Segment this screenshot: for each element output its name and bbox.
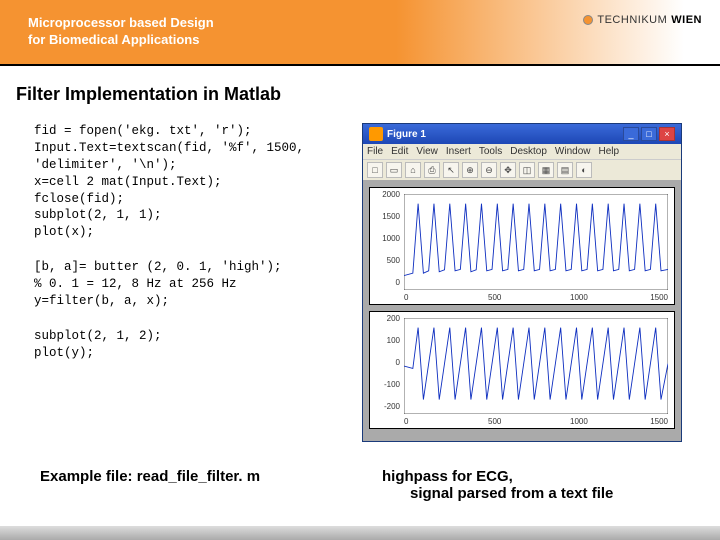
header-title: Microprocessor based Design for Biomedic… bbox=[28, 15, 214, 49]
zoom-in-icon[interactable]: ⊕ bbox=[462, 162, 478, 178]
menu-insert[interactable]: Insert bbox=[446, 146, 471, 157]
caption-left: Example file: read_file_filter. m bbox=[12, 468, 362, 502]
p1-xtick-1000: 1000 bbox=[570, 293, 588, 302]
legend-icon[interactable]: ◐ bbox=[576, 162, 592, 178]
subplot-2: 200 100 0 -100 -200 0 500 1000 1500 bbox=[369, 311, 675, 429]
code-block-3: subplot(2, 1, 2); plot(y); bbox=[34, 328, 352, 362]
pointer-icon[interactable]: ↖ bbox=[443, 162, 459, 178]
open-icon[interactable]: ▭ bbox=[386, 162, 402, 178]
p2-ytick-m200: -200 bbox=[372, 402, 400, 411]
menu-window[interactable]: Window bbox=[555, 146, 591, 157]
figure-title: Figure 1 bbox=[387, 129, 621, 140]
logo: TECHNIKUM WIEN bbox=[583, 14, 702, 26]
figure-titlebar: Figure 1 _ □ × bbox=[363, 124, 681, 144]
logo-dot-icon bbox=[583, 15, 593, 25]
menu-desktop[interactable]: Desktop bbox=[510, 146, 547, 157]
figure-column: Figure 1 _ □ × File Edit View Insert Too… bbox=[362, 123, 708, 442]
p2-xtick-500: 500 bbox=[488, 417, 501, 426]
figure-menubar: File Edit View Insert Tools Desktop Wind… bbox=[363, 144, 681, 160]
code-block-2: [b, a]= butter (2, 0. 1, 'high'); % 0. 1… bbox=[34, 259, 352, 310]
p1-ytick-1500: 1500 bbox=[372, 212, 400, 221]
zoom-out-icon[interactable]: ⊖ bbox=[481, 162, 497, 178]
p1-ytick-2000: 2000 bbox=[372, 190, 400, 199]
menu-tools[interactable]: Tools bbox=[479, 146, 502, 157]
matlab-icon bbox=[369, 127, 383, 141]
slide-title: Filter Implementation in Matlab bbox=[16, 84, 708, 105]
maximize-button[interactable]: □ bbox=[641, 127, 657, 141]
p1-xtick-1500: 1500 bbox=[650, 293, 668, 302]
datacursor-icon[interactable]: ▦ bbox=[538, 162, 554, 178]
columns: fid = fopen('ekg. txt', 'r'); Input.Text… bbox=[12, 123, 708, 442]
p2-xtick-0: 0 bbox=[404, 417, 408, 426]
p1-xtick-500: 500 bbox=[488, 293, 501, 302]
p2-xtick-1000: 1000 bbox=[570, 417, 588, 426]
save-icon[interactable]: ⌂ bbox=[405, 162, 421, 178]
figure-toolbar: □ ▭ ⌂ ⎙ ↖ ⊕ ⊖ ✥ ◫ ▦ ▤ ◐ bbox=[363, 160, 681, 181]
p1-ytick-1000: 1000 bbox=[372, 234, 400, 243]
plot2-svg bbox=[404, 318, 668, 414]
header-title-line1: Microprocessor based Design bbox=[28, 15, 214, 32]
figure-window: Figure 1 _ □ × File Edit View Insert Too… bbox=[362, 123, 682, 442]
p2-ytick-m100: -100 bbox=[372, 380, 400, 389]
plot1-svg bbox=[404, 194, 668, 290]
caption-right-line1: highpass for ECG, bbox=[382, 468, 708, 485]
p1-ytick-0: 0 bbox=[372, 278, 400, 287]
slide-header: Microprocessor based Design for Biomedic… bbox=[0, 0, 720, 64]
p1-xtick-0: 0 bbox=[404, 293, 408, 302]
menu-view[interactable]: View bbox=[416, 146, 438, 157]
minimize-button[interactable]: _ bbox=[623, 127, 639, 141]
p2-ytick-200: 200 bbox=[372, 314, 400, 323]
captions-row: Example file: read_file_filter. m highpa… bbox=[12, 468, 708, 502]
close-button[interactable]: × bbox=[659, 127, 675, 141]
menu-edit[interactable]: Edit bbox=[391, 146, 408, 157]
header-title-line2: for Biomedical Applications bbox=[28, 32, 214, 49]
p1-ytick-500: 500 bbox=[372, 256, 400, 265]
caption-right: highpass for ECG, signal parsed from a t… bbox=[362, 468, 708, 502]
code-block-1: fid = fopen('ekg. txt', 'r'); Input.Text… bbox=[34, 123, 352, 241]
print-icon[interactable]: ⎙ bbox=[424, 162, 440, 178]
footer-bar bbox=[0, 526, 720, 540]
caption-right-line2: signal parsed from a text file bbox=[382, 485, 708, 502]
subplot-1: 2000 1500 1000 500 0 0 500 1000 1500 bbox=[369, 187, 675, 305]
rotate-icon[interactable]: ◫ bbox=[519, 162, 535, 178]
menu-file[interactable]: File bbox=[367, 146, 383, 157]
pan-icon[interactable]: ✥ bbox=[500, 162, 516, 178]
p2-xtick-1500: 1500 bbox=[650, 417, 668, 426]
slide-content: Filter Implementation in Matlab fid = fo… bbox=[0, 84, 720, 502]
logo-text2: WIEN bbox=[671, 14, 702, 26]
header-divider bbox=[0, 64, 720, 66]
p2-ytick-100: 100 bbox=[372, 336, 400, 345]
p2-ytick-0: 0 bbox=[372, 358, 400, 367]
menu-help[interactable]: Help bbox=[599, 146, 620, 157]
colorbar-icon[interactable]: ▤ bbox=[557, 162, 573, 178]
figure-body: 2000 1500 1000 500 0 0 500 1000 1500 bbox=[363, 181, 681, 441]
logo-text1: TECHNIKUM bbox=[597, 14, 667, 26]
code-column: fid = fopen('ekg. txt', 'r'); Input.Text… bbox=[12, 123, 352, 442]
new-icon[interactable]: □ bbox=[367, 162, 383, 178]
